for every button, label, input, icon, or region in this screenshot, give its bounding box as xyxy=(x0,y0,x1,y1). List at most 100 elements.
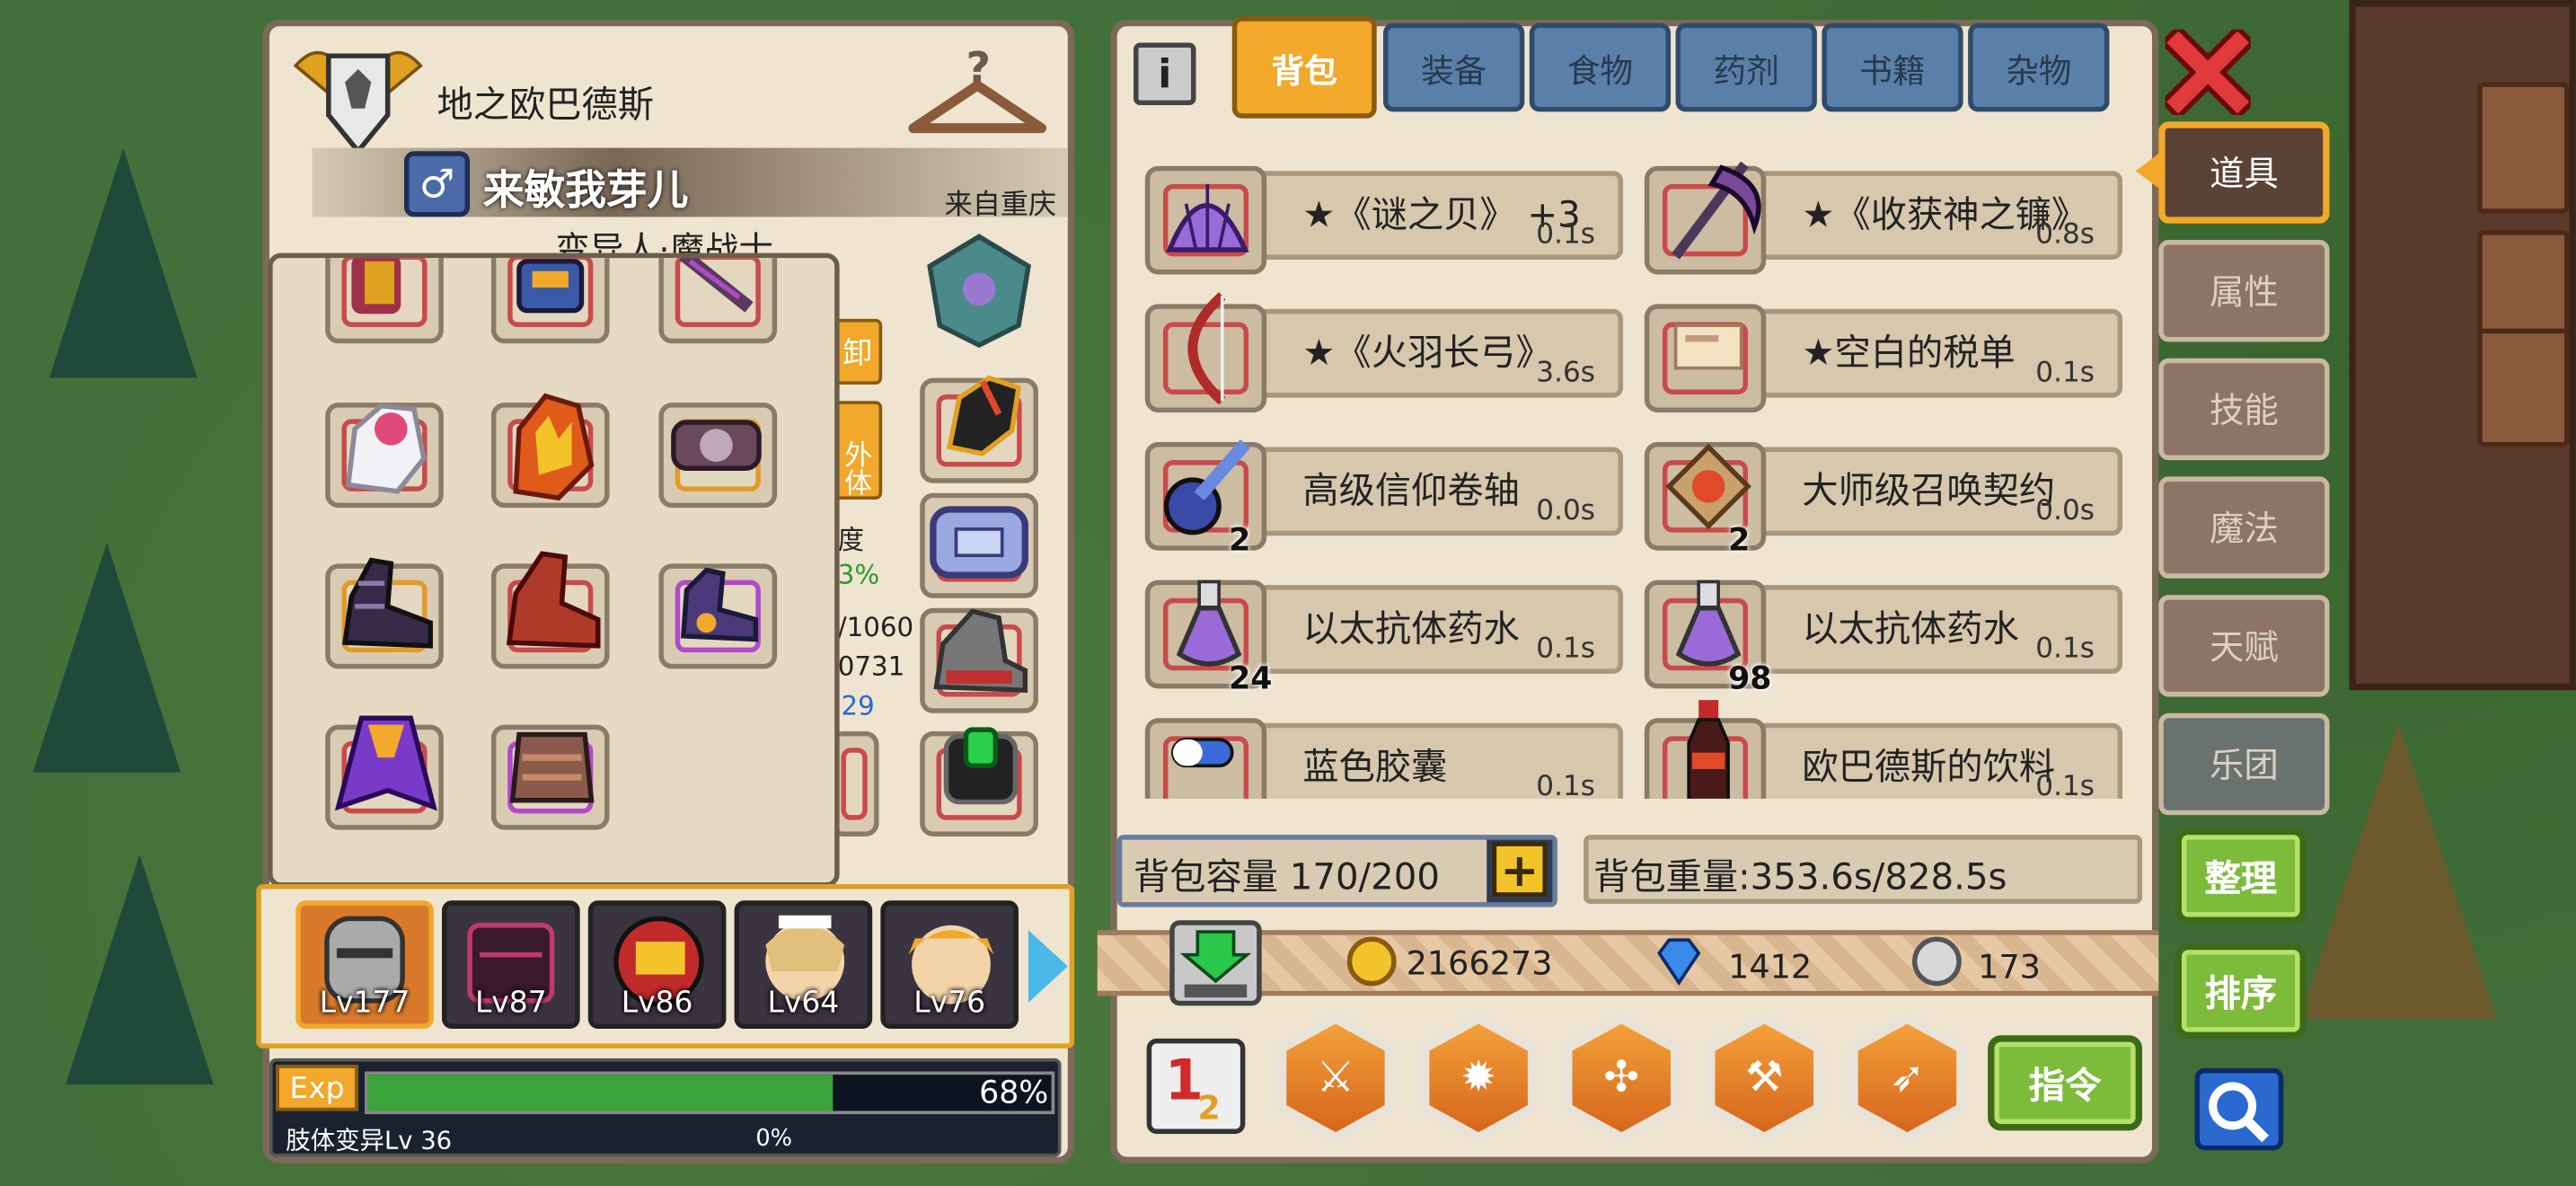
list-item[interactable]: 2 大师级召唤契约 0.0s xyxy=(1644,442,2123,559)
spear-icon: ➶ xyxy=(1857,1023,1957,1133)
list-item[interactable]: 2 高级信仰卷轴 0.0s xyxy=(1144,439,1624,559)
item-time: 0.1s xyxy=(1536,633,1595,666)
download-arrow-icon xyxy=(1179,930,1252,998)
player-class: 变异人·魔战士 xyxy=(555,230,773,253)
tab-backpack[interactable]: 背包 xyxy=(1231,16,1377,119)
white-gauntlet-icon xyxy=(331,379,446,504)
pine-tree xyxy=(49,147,198,378)
flame-gauntlet-icon xyxy=(499,383,604,508)
pine-tree xyxy=(66,854,214,1085)
stat-label: 度 xyxy=(837,524,865,556)
capacity-label: 背包容量 170/200 xyxy=(1134,857,1440,899)
list-item[interactable]: ★《谜之贝》 +3 0.1s xyxy=(1144,165,1624,275)
diamond-icon xyxy=(1653,937,1706,987)
exp-percent: 68% xyxy=(979,1075,1049,1111)
gold-amount: 2166273 xyxy=(1406,943,1553,983)
party-member-2[interactable]: Lv87 xyxy=(442,900,580,1029)
guild-emblem-icon xyxy=(286,33,430,158)
drink-icon xyxy=(1687,700,1730,799)
item-time: 0.1s xyxy=(2035,633,2095,666)
skill-percent: 0% xyxy=(755,1125,792,1153)
sword-slash-icon: ⚔ xyxy=(1286,1023,1385,1133)
item-quantity: 98 xyxy=(1728,660,1772,697)
hanger-icon[interactable]: ? xyxy=(904,40,1052,148)
belt-icon xyxy=(927,493,1032,592)
item-time: 0.8s xyxy=(2035,218,2095,252)
exp-bar-fill xyxy=(367,1075,834,1111)
pine-tree xyxy=(32,542,181,773)
party-member-3[interactable]: Lv86 xyxy=(587,900,727,1029)
bow-icon xyxy=(1187,292,1226,405)
sort-button[interactable]: 排序 xyxy=(2175,943,2307,1039)
tab-misc[interactable]: 杂物 xyxy=(1968,22,2110,112)
list-item[interactable]: 24 以太抗体药水 0.1s xyxy=(1144,580,1624,696)
expand-capacity-button[interactable]: + xyxy=(1491,841,1548,898)
item-time: 0.1s xyxy=(2035,770,2095,799)
list-item[interactable]: 36 蓝色胶囊 0.1s xyxy=(1144,718,1624,799)
weight-label: 背包重量:353.6s/828.5s xyxy=(1593,857,2007,899)
tax-form-icon xyxy=(1673,323,1743,370)
party-level: Lv87 xyxy=(474,986,547,1021)
purple-cape-icon xyxy=(329,708,444,823)
tab-equipment[interactable]: 装备 xyxy=(1383,22,1525,112)
potion-icon xyxy=(1176,580,1242,667)
item-quantity: 2 xyxy=(1728,522,1751,559)
list-item[interactable]: 98 以太抗体药水 0.1s xyxy=(1644,580,2123,696)
search-icon xyxy=(2209,1082,2270,1143)
side-tab-talents[interactable]: 天赋 xyxy=(2158,595,2330,697)
list-item[interactable]: 15 欧巴德斯的饮料 0.1s xyxy=(1644,700,2123,799)
side-tab-magic[interactable]: 魔法 xyxy=(2158,476,2330,579)
appearance-button[interactable]: 外体 xyxy=(833,401,883,500)
emblem-badge-icon[interactable] xyxy=(920,230,1038,349)
svg-text:2: 2 xyxy=(1197,1089,1220,1128)
command-button[interactable]: 指令 xyxy=(1988,1035,2143,1131)
storage-button[interactable] xyxy=(1169,920,1262,1006)
close-icon[interactable] xyxy=(2159,23,2256,121)
item-name: ★《火羽长弓》 xyxy=(1302,333,1552,376)
party-next-arrow-icon[interactable] xyxy=(1028,930,1068,1003)
info-button[interactable]: i xyxy=(1134,42,1196,106)
tab-potions[interactable]: 药剂 xyxy=(1675,22,1817,112)
item-list: ★《谜之贝》 +3 0.1s ★《收获神之镰》 0.8s ★《火羽长弓》 3.6… xyxy=(1127,128,2146,799)
box-helmet-icon xyxy=(509,258,591,323)
dark-boots-icon xyxy=(335,547,440,656)
dagger-icon xyxy=(667,258,766,327)
red-boots-icon xyxy=(499,544,604,655)
side-tab-items[interactable]: 道具 xyxy=(2158,121,2330,224)
gem-amount: 1412 xyxy=(1728,946,1813,987)
capsule-icon xyxy=(1171,738,1234,768)
item-name: 欧巴德斯的饮料 xyxy=(1802,748,2056,789)
party-member-1[interactable]: Lv177 xyxy=(296,900,434,1029)
guild-name: 地之欧巴德斯 xyxy=(437,85,654,127)
silver-coin-icon xyxy=(1911,936,1962,987)
page-toggle-button[interactable]: 12 xyxy=(1146,1038,1246,1135)
list-item[interactable]: ★《火羽长弓》 3.6s xyxy=(1144,292,1624,413)
tab-food[interactable]: 食物 xyxy=(1529,22,1672,112)
organize-button[interactable]: 整理 xyxy=(2175,828,2307,924)
party-member-5[interactable]: Lv76 xyxy=(880,900,1019,1029)
chest-armor-icon xyxy=(503,718,602,817)
skull-belt-icon xyxy=(667,399,766,491)
side-tab-band[interactable]: 乐团 xyxy=(2158,712,2330,816)
page-one-two-icon: 12 xyxy=(1165,1048,1221,1128)
item-name: 大师级召唤契约 xyxy=(1802,471,2056,513)
tab-books[interactable]: 书籍 xyxy=(1822,22,1963,112)
party-member-4[interactable]: Lv64 xyxy=(734,900,873,1029)
list-item[interactable]: ★《收获神之镰》 0.8s xyxy=(1644,161,2123,275)
unequip-button[interactable]: 卸 xyxy=(833,318,883,385)
crate xyxy=(2477,328,2570,447)
potion-icon xyxy=(1675,580,1742,667)
side-tab-attributes[interactable]: 属性 xyxy=(2158,240,2330,342)
search-button[interactable] xyxy=(2194,1067,2284,1151)
item-quantity: 24 xyxy=(1229,660,1273,697)
whirlwind-icon: ✣ xyxy=(1572,1023,1672,1133)
list-item[interactable]: ★空白的税单 0.1s xyxy=(1644,304,2123,413)
scythe-icon xyxy=(1672,161,1761,260)
party-level: Lv86 xyxy=(621,986,693,1021)
purple-boots-icon xyxy=(674,557,765,649)
stat-hp: /1060 xyxy=(837,611,914,643)
side-tab-skills[interactable]: 技能 xyxy=(2158,358,2330,461)
item-name: 蓝色胶囊 xyxy=(1302,748,1448,789)
explosion-icon: ✹ xyxy=(1429,1023,1528,1133)
crate xyxy=(2477,82,2570,214)
